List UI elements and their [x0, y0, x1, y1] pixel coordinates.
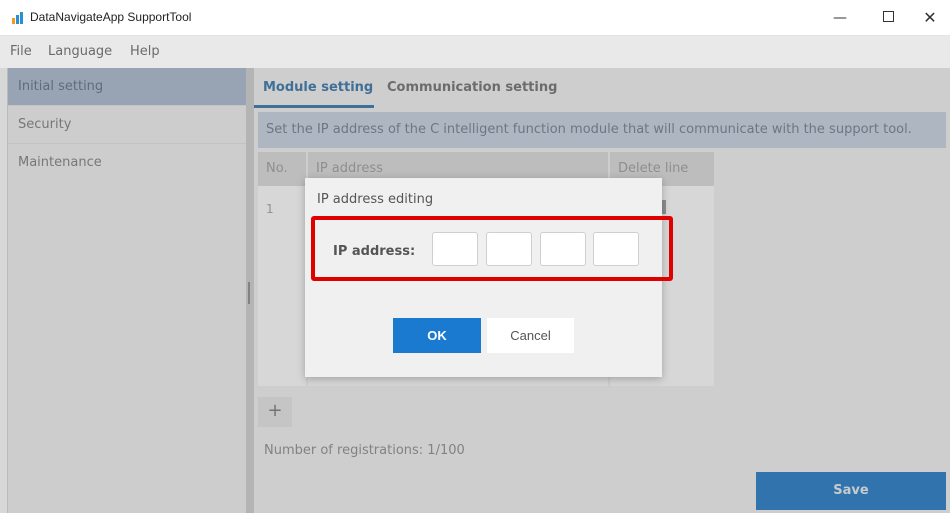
maximize-icon[interactable]: [873, 6, 903, 30]
dialog-title: IP address editing: [317, 192, 434, 207]
close-icon[interactable]: ✕: [915, 6, 945, 30]
minimize-icon[interactable]: —: [825, 6, 855, 30]
ok-button[interactable]: OK: [393, 318, 481, 353]
app-bars-icon: [12, 12, 24, 24]
ip-edit-dialog: IP address editing IP address: OK Cancel: [305, 178, 673, 377]
menu-help[interactable]: Help: [130, 44, 160, 59]
cancel-button[interactable]: Cancel: [487, 318, 574, 353]
menu-language[interactable]: Language: [48, 44, 112, 59]
highlight-box: [311, 216, 673, 281]
menu-file[interactable]: File: [10, 44, 32, 59]
title-bar: DataNavigateApp SupportTool — ✕: [0, 0, 950, 36]
menu-bar: File Language Help: [0, 36, 950, 68]
window-title: DataNavigateApp SupportTool: [30, 10, 192, 24]
